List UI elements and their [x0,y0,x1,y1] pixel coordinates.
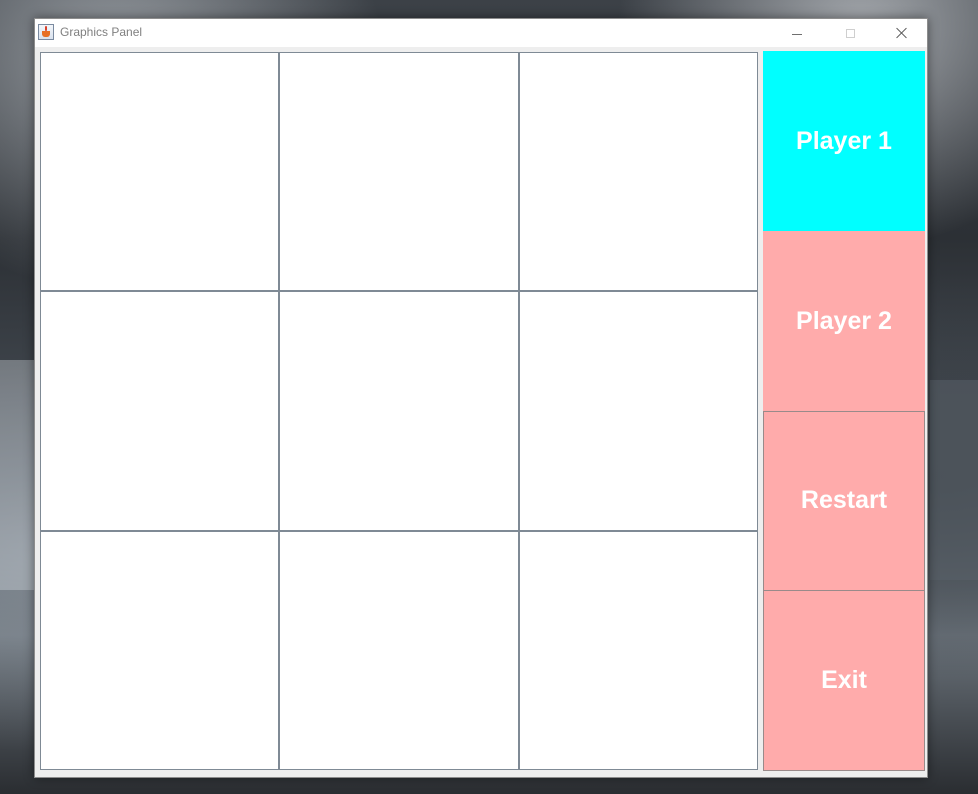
maximize-button[interactable] [827,19,873,47]
close-icon [896,27,908,39]
board-cell-4[interactable] [40,291,280,531]
wallpaper-snow-streak [930,380,978,580]
board-cell-6[interactable] [518,291,758,531]
java-cup-icon[interactable] [38,24,54,40]
side-panel: Player 1 Player 2 Restart Exit [763,51,925,771]
board-cell-8[interactable] [279,530,519,770]
board-cell-1[interactable] [40,52,280,292]
exit-button[interactable]: Exit [763,590,925,771]
minimize-icon [792,33,802,35]
board-cell-7[interactable] [40,530,280,770]
close-button[interactable] [879,19,925,47]
tic-tac-toe-board [40,52,758,770]
window-title: Graphics Panel [60,25,143,39]
board-cell-3[interactable] [518,52,758,292]
player1-button[interactable]: Player 1 [763,51,925,232]
wallpaper-snow-streak [0,360,34,590]
board-cell-2[interactable] [279,52,519,292]
restart-button[interactable]: Restart [763,410,925,592]
board-cell-9[interactable] [518,530,758,770]
board-cell-5[interactable] [279,291,519,531]
app-window: Graphics Panel Player 1 Player 2 Restart… [34,18,928,778]
title-bar[interactable]: Graphics Panel [35,19,927,47]
maximize-icon [845,28,855,38]
minimize-button[interactable] [774,19,820,47]
player2-button[interactable]: Player 2 [763,230,925,412]
